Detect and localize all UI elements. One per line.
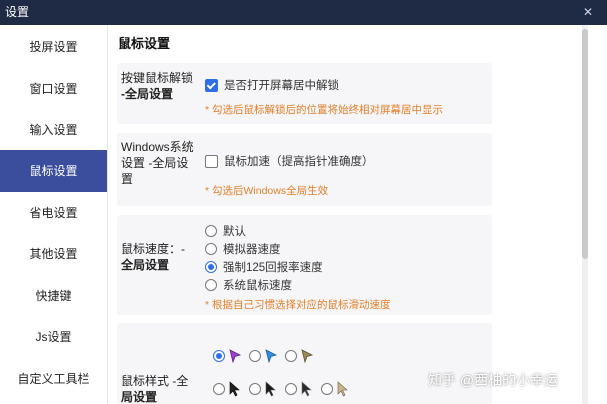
sidebar-item-input[interactable]: 输入设置	[0, 109, 107, 151]
unlock-label: 按键鼠标解锁 -全局设置	[121, 71, 194, 101]
cursor-style-option-2[interactable]	[249, 349, 278, 363]
radio-icon	[213, 383, 225, 395]
speed-option-emulator[interactable]: 模拟器速度	[205, 241, 281, 257]
scrollbar[interactable]	[582, 25, 588, 404]
radio-icon	[285, 383, 297, 395]
sidebar-item-mouse[interactable]: 鼠标设置	[0, 150, 107, 192]
radio-icon	[205, 243, 217, 255]
speed-hint: * 根据自己习惯选择对应的鼠标滑动速度	[205, 299, 391, 311]
unlock-card: 按键鼠标解锁 -全局设置 是否打开屏幕居中解锁 * 勾选后鼠标解锁后的位置将始终…	[117, 63, 492, 124]
speed-option-system[interactable]: 系统鼠标速度	[205, 277, 292, 293]
cursor-style-option-5[interactable]	[249, 381, 278, 397]
cursor-style-option-3[interactable]	[285, 349, 314, 363]
radio-icon	[205, 279, 217, 291]
cursor-style-option-1[interactable]	[213, 349, 242, 363]
window-title: 设置	[5, 5, 30, 19]
style-label: 鼠标样式 -全 局设置	[121, 374, 189, 404]
cursor-graphite-arrow-icon	[301, 381, 312, 397]
page-title: 鼠标设置	[118, 36, 171, 51]
radio-icon	[249, 383, 261, 395]
radio-selected-icon	[205, 261, 217, 273]
radio-icon	[321, 383, 333, 395]
cursor-style-option-7[interactable]	[321, 381, 350, 397]
sidebar-item-power[interactable]: 省电设置	[0, 192, 107, 234]
radio-icon	[285, 350, 297, 362]
cursor-style-row-2	[213, 381, 357, 397]
radio-selected-icon	[213, 350, 225, 362]
speed-card: 鼠标速度：- 全局设置 默认 模拟器速度 强制125回报率速度 系统鼠标速度 *…	[117, 215, 492, 315]
accel-label: Windows系统 设置 -全局设 置	[121, 140, 194, 186]
speed-label: 鼠标速度：- 全局设置	[121, 242, 185, 272]
style-card: 鼠标样式 -全 局设置	[117, 323, 492, 404]
sidebar-item-window[interactable]: 窗口设置	[0, 68, 107, 110]
scrollbar-thumb[interactable]	[582, 29, 588, 259]
speed-option-125hz[interactable]: 强制125回报率速度	[205, 259, 323, 275]
cursor-style-option-4[interactable]	[213, 381, 242, 397]
radio-icon	[249, 350, 261, 362]
checkbox-unchecked-icon	[205, 154, 218, 168]
cursor-style-option-6[interactable]	[285, 381, 314, 397]
checkbox-checked-icon	[205, 78, 218, 92]
accel-hint: * 勾选后Windows全局生效	[205, 185, 329, 197]
unlock-hint: * 勾选后鼠标解锁后的位置将始终相对屏幕居中显示	[205, 104, 444, 116]
cursor-blue-icon	[265, 349, 278, 363]
speed-option-default[interactable]: 默认	[205, 223, 246, 239]
cursor-style-row-1	[213, 349, 321, 363]
title-bar: 设置 ✕	[0, 0, 607, 25]
sidebar-item-cast[interactable]: 投屏设置	[0, 26, 107, 68]
cursor-khaki-icon	[301, 349, 314, 363]
sidebar-item-js[interactable]: Js设置	[0, 316, 107, 358]
cursor-dark-arrow-icon	[265, 381, 276, 397]
sidebar-item-toolbar[interactable]: 自定义工具栏	[0, 358, 107, 400]
cursor-beige-arrow-icon	[337, 381, 348, 397]
sidebar-item-other[interactable]: 其他设置	[0, 233, 107, 275]
cursor-purple-icon	[229, 349, 242, 363]
cursor-black-arrow-icon	[229, 381, 240, 397]
mouse-accel-checkbox[interactable]: 鼠标加速（提高指针准确度）	[205, 153, 374, 169]
sidebar: 投屏设置 窗口设置 输入设置 鼠标设置 省电设置 其他设置 快捷键 Js设置 自…	[0, 25, 108, 404]
close-icon[interactable]: ✕	[583, 0, 593, 25]
accel-card: Windows系统 设置 -全局设 置 鼠标加速（提高指针准确度） * 勾选后W…	[117, 133, 492, 206]
radio-icon	[205, 225, 217, 237]
center-unlock-checkbox[interactable]: 是否打开屏幕居中解锁	[205, 77, 339, 93]
main-panel: 鼠标设置 按键鼠标解锁 -全局设置 是否打开屏幕居中解锁 * 勾选后鼠标解锁后的…	[108, 25, 607, 404]
watermark: 知乎 @西柚的小幸运	[428, 372, 559, 388]
sidebar-item-hotkey[interactable]: 快捷键	[0, 275, 107, 317]
